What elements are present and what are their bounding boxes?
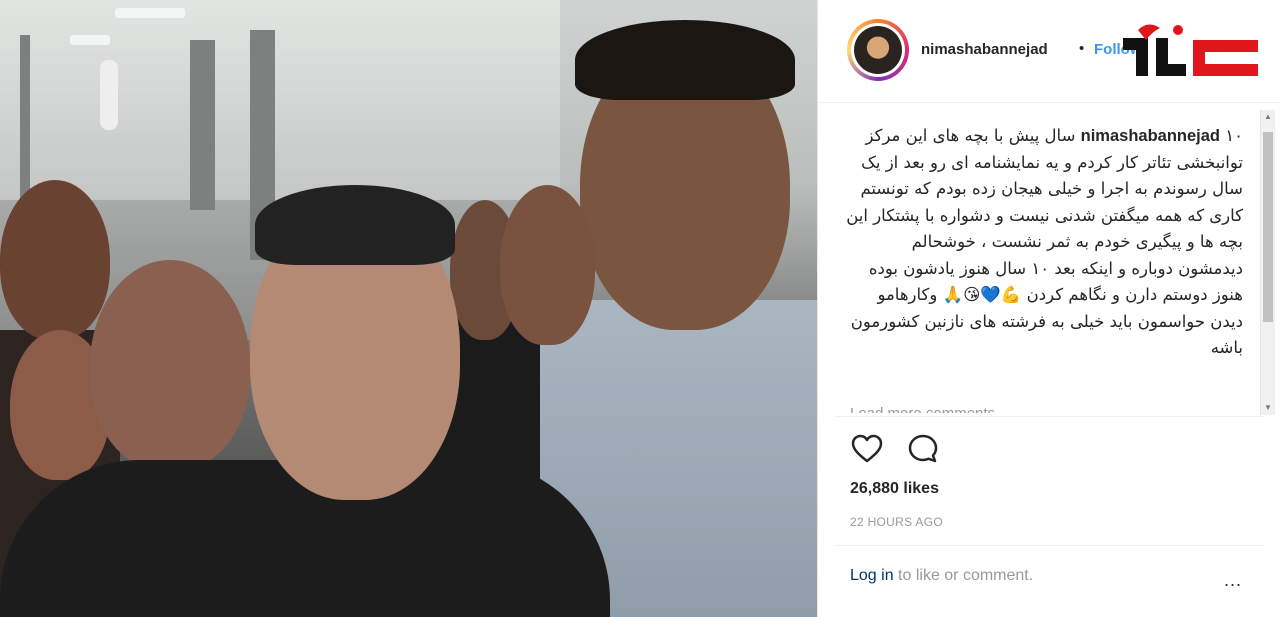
person-face [0,180,110,340]
post-photo[interactable] [0,0,817,617]
post-header: nimashabannejad • Follow [818,0,1280,103]
watermark-logo [1123,24,1258,76]
scroll-down-arrow-icon[interactable]: ▼ [1261,401,1275,415]
username-link[interactable]: nimashabannejad [921,41,1048,58]
person-face [500,185,595,345]
login-prompt: Log in to like or comment. [850,567,1033,585]
post-timestamp[interactable]: 22 HOURS AGO [850,515,943,529]
ceiling-light [70,35,110,45]
load-more-comments[interactable]: Load more comments [850,405,995,413]
separator-dot: • [1079,40,1085,57]
login-prompt-text: to like or comment. [893,567,1034,584]
divider [835,416,1263,417]
comment-icon[interactable] [906,432,940,466]
caption-username[interactable]: nimashabannejad [1081,127,1220,145]
caption-text: ۱۰ سال پیش با بچه های این مرکز توانبخشی … [846,126,1243,357]
selfie-person-hair [255,185,455,265]
door [190,40,215,210]
heart-icon[interactable] [850,432,884,466]
scroll-up-arrow-icon[interactable]: ▲ [1261,110,1275,124]
comments-scrollbar[interactable]: ▲ ▼ [1260,110,1275,415]
comments-section: nimashabannejad ۱۰ سال پیش با بچه های ای… [818,103,1280,413]
avatar-image [854,26,902,74]
post-caption: nimashabannejad ۱۰ سال پیش با بچه های ای… [843,123,1243,362]
ceiling-light [115,8,185,18]
person-hair [575,20,795,100]
divider [835,545,1263,546]
post-sidebar: nimashabannejad • Follow nimashabannejad… [817,0,1280,617]
more-options-icon[interactable]: ... [1224,570,1242,591]
avatar[interactable] [847,19,909,81]
login-link[interactable]: Log in [850,567,894,584]
person-face [90,260,250,470]
nurse-figure [100,60,118,130]
scroll-thumb[interactable] [1263,132,1273,322]
likes-count[interactable]: 26,880 likes [850,480,939,498]
